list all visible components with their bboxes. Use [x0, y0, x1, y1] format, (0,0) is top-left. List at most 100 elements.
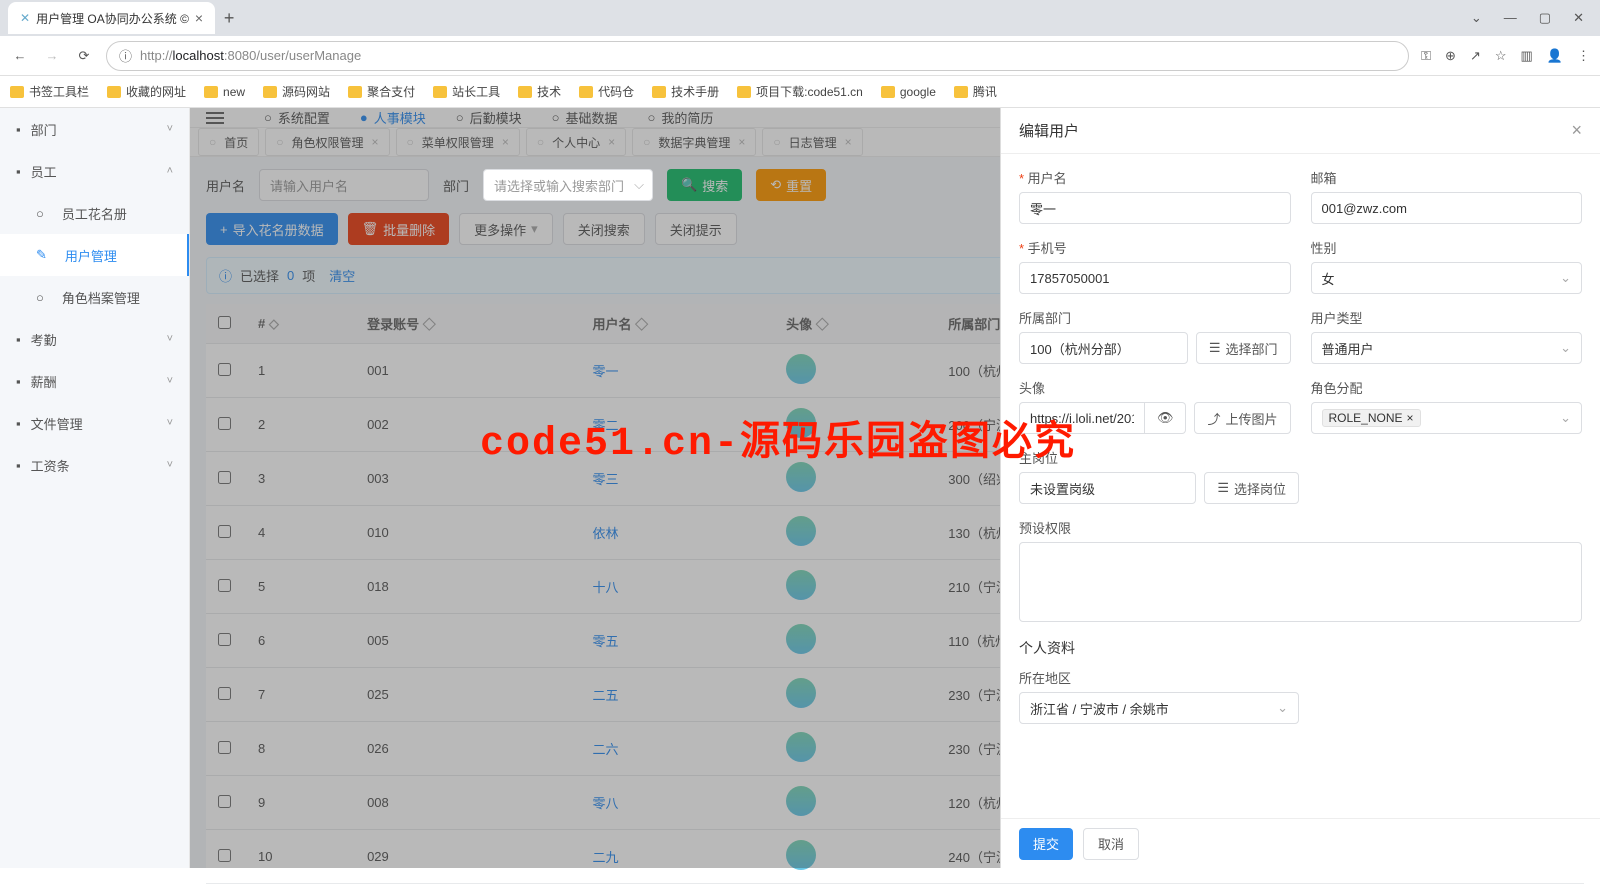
gender-select[interactable]: 女⌄	[1311, 262, 1583, 294]
role-label: 角色分配	[1311, 378, 1583, 397]
item-icon: ✎	[36, 247, 47, 263]
sidebar-item[interactable]: ○角色档案管理	[0, 276, 189, 318]
close-icon[interactable]: ×	[195, 10, 203, 26]
bookmark-item[interactable]: 技术手册	[652, 83, 719, 100]
menu-icon[interactable]: ⋮	[1577, 48, 1590, 64]
folder-icon	[348, 86, 362, 98]
role-select[interactable]: ROLE_NONE×⌄	[1311, 402, 1583, 434]
folder-icon	[263, 86, 277, 98]
sidebar-item[interactable]: ○员工花名册	[0, 192, 189, 234]
maximize-icon[interactable]: ▢	[1539, 10, 1551, 26]
reload-icon[interactable]: ⟳	[74, 46, 94, 66]
chevron-down-icon: ˅	[167, 123, 173, 135]
item-icon: ○	[36, 290, 44, 305]
region-select[interactable]: 浙江省 / 宁波市 / 余姚市⌄	[1019, 692, 1299, 724]
chevron-down-icon[interactable]: ⌄	[1471, 10, 1482, 26]
remove-tag-icon[interactable]: ×	[1407, 411, 1414, 425]
cancel-button[interactable]: 取消	[1083, 828, 1139, 860]
profile-icon[interactable]: 👤	[1547, 48, 1563, 64]
job-label: 主岗位	[1019, 448, 1299, 467]
sidebar-group[interactable]: ▪工资条˅	[0, 444, 189, 486]
chevron-up-icon: ˄	[167, 165, 173, 177]
sidebar: ▪部门˅▪员工˄○员工花名册✎用户管理○角色档案管理▪考勤˅▪薪酬˅▪文件管理˅…	[0, 108, 190, 868]
edit-user-drawer: 编辑用户 × 用户名 邮箱 手机号 性别女⌄ 所属部门 ☰选择部门 用户类型普通…	[1000, 108, 1600, 868]
perm-textarea[interactable]	[1019, 542, 1582, 622]
phone-input[interactable]	[1019, 262, 1291, 294]
menu-icon: ▪	[16, 332, 21, 347]
drawer-title: 编辑用户	[1019, 120, 1079, 141]
close-window-icon[interactable]: ✕	[1573, 10, 1584, 26]
browser-tab[interactable]: ✕ 用户管理 OA协同办公系统 © ×	[8, 2, 215, 34]
sidebar-group[interactable]: ▪部门˅	[0, 108, 189, 150]
back-icon[interactable]: ←	[10, 46, 30, 66]
folder-icon	[433, 86, 447, 98]
zoom-icon[interactable]: ⊕	[1445, 48, 1456, 64]
dept-input[interactable]	[1019, 332, 1188, 364]
forward-icon[interactable]: →	[42, 46, 62, 66]
bookmark-item[interactable]: 聚合支付	[348, 83, 415, 100]
bookmark-bar: 书签工具栏 收藏的网址 new 源码网站 聚合支付 站长工具 技术 代码仓 技术手册 项目下载:c…	[0, 76, 1600, 108]
dept-label: 所属部门	[1019, 308, 1291, 327]
menu-icon: ▪	[16, 374, 21, 389]
username-label: 用户名	[1019, 168, 1291, 187]
star-icon[interactable]: ☆	[1495, 48, 1507, 64]
usertype-select[interactable]: 普通用户⌄	[1311, 332, 1583, 364]
eye-icon[interactable]: 👁	[1145, 402, 1187, 434]
chevron-down-icon: ˅	[167, 459, 173, 471]
bookmark-item[interactable]: 项目下载:code51.cn	[737, 83, 863, 100]
tab-favicon: ✕	[20, 11, 30, 25]
chevron-down-icon: ˅	[167, 375, 173, 387]
panel-icon[interactable]: ▥	[1521, 48, 1533, 64]
job-input[interactable]	[1019, 472, 1196, 504]
select-job-button[interactable]: ☰选择岗位	[1204, 472, 1299, 504]
tab-title: 用户管理 OA协同办公系统 ©	[36, 10, 189, 27]
phone-label: 手机号	[1019, 238, 1291, 257]
window-controls: ⌄ — ▢ ✕	[1455, 10, 1600, 26]
bookmark-item[interactable]: 技术	[518, 83, 561, 100]
avatar-input[interactable]	[1019, 402, 1145, 434]
submit-button[interactable]: 提交	[1019, 828, 1073, 860]
bookmark-item[interactable]: 代码仓	[579, 83, 634, 100]
new-tab-button[interactable]: +	[215, 4, 243, 32]
bookmark-item[interactable]: google	[881, 85, 936, 99]
bookmark-item[interactable]: 站长工具	[433, 83, 500, 100]
close-icon[interactable]: ×	[1571, 120, 1582, 141]
upload-image-button[interactable]: ⤴上传图片	[1194, 402, 1290, 434]
menu-icon: ▪	[16, 458, 21, 473]
sidebar-item[interactable]: ✎用户管理	[0, 234, 189, 276]
folder-icon	[954, 86, 968, 98]
select-dept-button[interactable]: ☰选择部门	[1196, 332, 1291, 364]
profile-section-title: 个人资料	[1019, 638, 1582, 658]
email-input[interactable]	[1311, 192, 1583, 224]
sidebar-group[interactable]: ▪员工˄	[0, 150, 189, 192]
sidebar-group[interactable]: ▪薪酬˅	[0, 360, 189, 402]
item-icon: ○	[36, 206, 44, 221]
username-input[interactable]	[1019, 192, 1291, 224]
bookmark-item[interactable]: new	[204, 85, 245, 99]
bookmark-item[interactable]: 腾讯	[954, 83, 997, 100]
bookmark-item[interactable]: 收藏的网址	[107, 83, 186, 100]
region-label: 所在地区	[1019, 668, 1299, 687]
upload-icon: ⤴	[1207, 409, 1220, 428]
list-icon: ☰	[1217, 480, 1229, 496]
role-tag: ROLE_NONE×	[1322, 409, 1421, 427]
folder-icon	[204, 86, 218, 98]
list-icon: ☰	[1209, 340, 1221, 356]
usertype-label: 用户类型	[1311, 308, 1583, 327]
folder-icon	[737, 86, 751, 98]
bookmark-item[interactable]: 源码网站	[263, 83, 330, 100]
folder-icon	[881, 86, 895, 98]
gender-label: 性别	[1311, 238, 1583, 257]
sidebar-group[interactable]: ▪文件管理˅	[0, 402, 189, 444]
share-icon[interactable]: ↗	[1470, 48, 1481, 64]
chevron-down-icon: ˅	[167, 417, 173, 429]
dept-filter-select[interactable]: 请选择或输入搜索部门	[483, 169, 653, 201]
bookmark-item[interactable]: 书签工具栏	[10, 83, 89, 100]
sidebar-group[interactable]: ▪考勤˅	[0, 318, 189, 360]
perm-label: 预设权限	[1019, 518, 1582, 537]
minimize-icon[interactable]: —	[1504, 10, 1517, 26]
avatar-label: 头像	[1019, 378, 1291, 397]
url-input[interactable]: ⓘ http://localhost:8080/user/userManage	[106, 41, 1409, 71]
key-icon[interactable]: ⚿	[1421, 48, 1431, 64]
dept-icon: ▪	[16, 122, 21, 137]
